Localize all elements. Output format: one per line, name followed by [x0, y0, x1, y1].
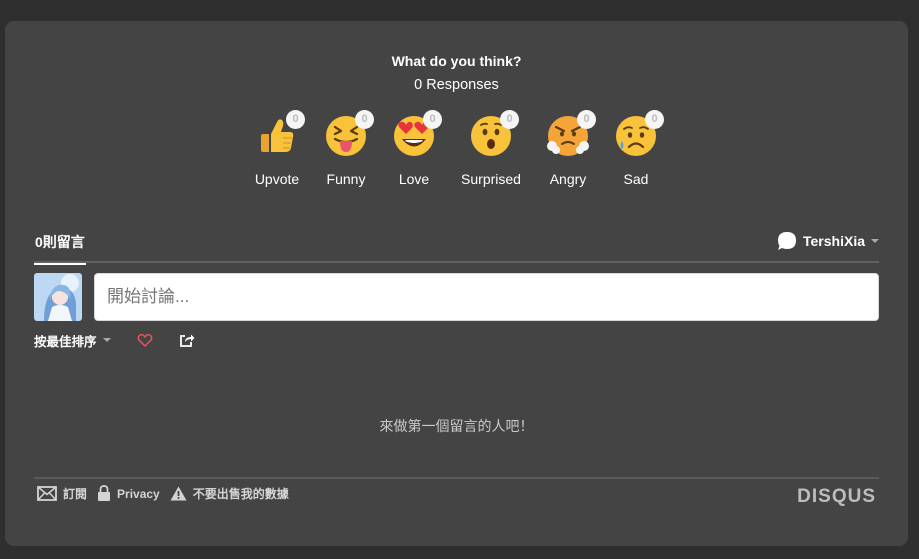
reaction-count-badge: 0: [500, 110, 519, 129]
reaction-sad[interactable]: 0 Sad: [591, 110, 681, 187]
avatar[interactable]: [34, 273, 82, 321]
privacy-link[interactable]: Privacy: [97, 485, 160, 502]
reactions-header: What do you think? 0 Responses: [5, 53, 908, 93]
sort-label: 按最佳排序: [34, 334, 97, 349]
surprised-face-icon: 0: [469, 110, 519, 158]
comments-tabbar: 0則留言 TershiXia: [34, 229, 879, 265]
footer: 訂閱 Privacy 不要出售我的數據 DISQUS: [34, 477, 879, 517]
heart-eyes-icon: 0: [392, 110, 442, 158]
disqus-card: What do you think? 0 Responses 0 Upvote …: [5, 21, 908, 546]
do-not-sell-label: 不要出售我的數據: [192, 487, 289, 501]
warning-icon: [170, 486, 187, 501]
reaction-count-badge: 0: [645, 110, 664, 129]
reactions-title: What do you think?: [391, 53, 522, 69]
reactions-count: 0 Responses: [414, 77, 499, 93]
tongue-face-icon: 0: [324, 110, 374, 158]
heart-icon[interactable]: [137, 332, 153, 348]
sort-dropdown[interactable]: 按最佳排序: [34, 331, 111, 350]
angry-face-icon: 0: [546, 110, 596, 158]
mail-icon: [37, 486, 57, 501]
disqus-logo[interactable]: DISQUS: [797, 486, 876, 508]
share-icon[interactable]: [179, 332, 195, 348]
comment-toolbar: 按最佳排序: [34, 330, 195, 350]
subscribe-label: 訂閱: [63, 487, 88, 501]
comment-input[interactable]: [94, 273, 879, 321]
subscribe-link[interactable]: 訂閱: [37, 485, 87, 502]
empty-state-message: 來做第一個留言的人吧！: [379, 418, 534, 434]
footer-links: 訂閱 Privacy 不要出售我的數據: [37, 485, 299, 502]
chat-bubble-icon: [778, 232, 796, 250]
sad-face-icon: 0: [614, 110, 664, 158]
thumbs-up-icon: 0: [255, 110, 305, 158]
reaction-count-badge: 0: [423, 110, 442, 129]
reaction-label: Sad: [623, 171, 649, 187]
user-menu[interactable]: TershiXia: [777, 231, 879, 251]
tab-comments[interactable]: 0則留言: [34, 233, 86, 265]
do-not-sell-link[interactable]: 不要出售我的數據: [170, 485, 289, 502]
lock-icon: [98, 485, 111, 501]
chevron-down-icon: [102, 338, 111, 342]
username: TershiXia: [803, 233, 865, 249]
chevron-down-icon: [871, 239, 879, 243]
privacy-label: Privacy: [117, 486, 160, 501]
